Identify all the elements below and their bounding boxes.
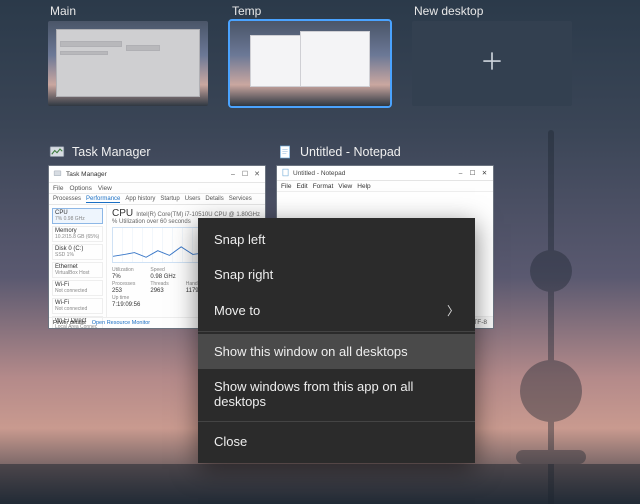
stat-processes: 253 <box>112 288 140 294</box>
ctx-show-app-all-desktops[interactable]: Show windows from this app on all deskto… <box>198 369 475 419</box>
taskmanager-icon <box>48 143 66 161</box>
background-tower <box>490 130 610 504</box>
desktop-thumbnail[interactable] <box>48 21 208 106</box>
minimize-icon: – <box>229 171 237 178</box>
caption-text: Untitled - Notepad <box>293 170 345 177</box>
close-icon: ✕ <box>253 170 261 178</box>
ctx-move-to[interactable]: Move to 〉 <box>198 292 475 329</box>
virtual-desktops-strip: Main Temp New desktop <box>48 4 572 106</box>
cpu-heading: CPU <box>112 208 133 219</box>
window-title: Untitled - Notepad <box>300 145 401 159</box>
window-header: Untitled - Notepad <box>276 143 494 161</box>
stat-threads: 2963 <box>150 288 175 294</box>
window-title: Task Manager <box>72 145 151 159</box>
chevron-right-icon: 〉 <box>447 302 459 319</box>
minimize-icon: – <box>456 170 465 177</box>
desktop-new[interactable]: New desktop <box>412 4 572 106</box>
stat-uptime: 7:19:09:56 <box>112 302 140 308</box>
ctx-snap-left[interactable]: Snap left <box>198 222 475 257</box>
close-icon: ✕ <box>480 169 489 177</box>
fewer-details: Fewer details <box>53 320 86 326</box>
tab: Details <box>205 196 223 202</box>
ctx-close[interactable]: Close <box>198 424 475 459</box>
ctx-show-window-all-desktops[interactable]: Show this window on all desktops <box>198 334 475 369</box>
background-skyline <box>0 464 640 504</box>
ctx-label: Show this window on all desktops <box>214 344 408 359</box>
perf-sidebar: CPU7% 0.98 GHz Memory10.2/15.8 GB (65%) … <box>49 205 107 317</box>
ctx-label: Snap left <box>214 232 265 247</box>
menu-item: Format <box>313 183 334 190</box>
tab: Startup <box>160 196 179 202</box>
menu-item: View <box>338 183 352 190</box>
ctx-label: Snap right <box>214 267 273 282</box>
tab: App history <box>125 196 155 202</box>
new-desktop-button[interactable] <box>412 21 572 106</box>
desktop-main[interactable]: Main <box>48 4 208 106</box>
desktop-thumbnail[interactable] <box>230 21 390 106</box>
ctx-label: Move to <box>214 303 260 318</box>
stat-speed: 0.98 GHz <box>150 274 175 280</box>
tab: Processes <box>53 196 81 202</box>
notepad-icon <box>276 143 294 161</box>
plus-icon <box>479 48 505 79</box>
open-resource-monitor-link: Open Resource Monitor <box>92 320 150 326</box>
window-context-menu: Snap left Snap right Move to 〉 Show this… <box>198 218 475 463</box>
menu-item: Edit <box>296 183 307 190</box>
notepad-icon <box>281 168 290 179</box>
tab: Performance <box>86 196 120 203</box>
menu-item: View <box>98 185 112 192</box>
maximize-icon: ☐ <box>241 170 249 178</box>
desktop-label: Main <box>48 4 208 18</box>
tab: Users <box>185 196 201 202</box>
ctx-label: Close <box>214 434 247 449</box>
ctx-snap-right[interactable]: Snap right <box>198 257 475 292</box>
ctx-separator <box>198 331 475 332</box>
ctx-separator <box>198 421 475 422</box>
tab: Services <box>229 196 252 202</box>
caption-text: Task Manager <box>66 171 107 178</box>
maximize-icon: ☐ <box>468 169 477 177</box>
menu-item: Options <box>69 185 91 192</box>
menu-item: File <box>53 185 63 192</box>
taskmanager-icon <box>53 169 62 180</box>
desktop-label: Temp <box>230 4 390 18</box>
menu-item: File <box>281 183 291 190</box>
ctx-label: Show windows from this app on all deskto… <box>214 379 459 409</box>
stat-utilization: 7% <box>112 274 140 280</box>
desktop-temp[interactable]: Temp <box>230 4 390 106</box>
menu-item: Help <box>357 183 370 190</box>
window-header: Task Manager <box>48 143 266 161</box>
desktop-label: New desktop <box>412 4 572 18</box>
